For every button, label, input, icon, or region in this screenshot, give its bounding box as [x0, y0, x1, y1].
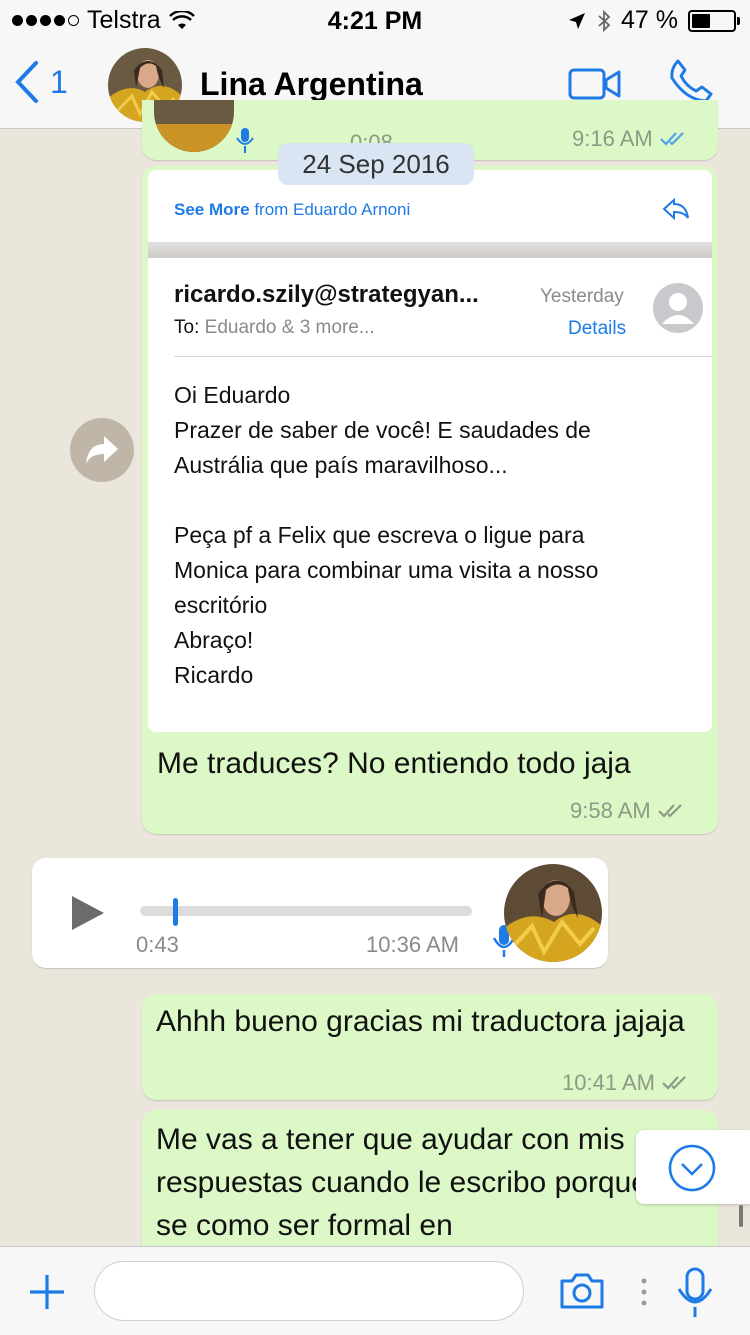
add-attachment-icon[interactable]: [28, 1273, 66, 1311]
email-divider-band: [148, 242, 712, 258]
voice-sender-avatar: [154, 100, 234, 152]
voice-message-bubble[interactable]: 0:43 10:36 AM: [32, 858, 608, 968]
email-sender: ricardo.szily@strategyan...: [174, 281, 479, 308]
text-message-bubble[interactable]: Ahhh bueno gracias mi traductora jajaja …: [142, 994, 718, 1100]
battery-icon: [688, 9, 740, 32]
double-check-icon: [657, 804, 682, 818]
email-to-label: To:: [174, 317, 200, 338]
email-screenshot-image[interactable]: See More from Eduardo Arnoni ricardo.szi…: [148, 170, 712, 732]
voice-time: 10:36 AM: [366, 932, 459, 957]
back-count: 1: [50, 63, 68, 100]
image-caption: Me traduces? No entiendo todo jaja: [157, 747, 631, 780]
message-input[interactable]: [94, 1261, 524, 1321]
double-check-icon: [662, 1076, 686, 1090]
phone-call-icon[interactable]: [668, 58, 714, 104]
chevron-left-icon: [15, 61, 38, 103]
location-arrow-icon: [569, 12, 586, 29]
contact-name[interactable]: Lina Argentina: [200, 66, 423, 103]
chevron-down-circle-icon: [668, 1144, 716, 1192]
video-call-icon[interactable]: [568, 66, 622, 102]
message-text: Me vas a tener que ayudar con mis respue…: [156, 1123, 690, 1242]
sender-avatar-placeholder-icon: [653, 283, 703, 333]
prev-voice-meta: 9:16 AM: [572, 126, 687, 152]
email-recipients: To: Eduardo & 3 more...: [174, 317, 375, 339]
caption-meta: 9:58 AM: [570, 798, 685, 824]
mic-icon: [236, 128, 254, 153]
forward-arrow-icon: [86, 436, 118, 464]
email-header-separator: [174, 356, 712, 357]
email-body: Oi Eduardo Prazer de saber de você! E sa…: [174, 382, 599, 688]
voice-sender-avatar: [504, 864, 602, 962]
forward-button[interactable]: [70, 418, 134, 482]
email-details-link: Details: [568, 318, 627, 339]
camera-icon[interactable]: [558, 1271, 606, 1311]
see-more-from: from Eduardo Arnoni: [254, 200, 411, 219]
voice-progress-track[interactable]: [140, 906, 472, 916]
email-date: Yesterday: [540, 286, 624, 307]
play-icon[interactable]: [70, 894, 106, 932]
email-header-bar: See More from Eduardo Arnoni: [174, 200, 410, 220]
see-more-link: See More: [174, 200, 250, 219]
battery-percent: 47 %: [621, 6, 678, 34]
message-time: 10:41 AM: [562, 1070, 655, 1095]
back-button[interactable]: 1: [14, 60, 68, 104]
status-bar: Telstra 4:21 PM 47 %: [0, 0, 750, 42]
message-text: Ahhh bueno gracias mi traductora jajaja: [156, 1005, 685, 1038]
text-message-bubble[interactable]: Me vas a tener que ayudar con mis respue…: [142, 1110, 718, 1260]
reply-icon: [662, 198, 689, 220]
bluetooth-icon: [598, 9, 611, 32]
voice-progress-handle[interactable]: [173, 898, 179, 926]
email-to-value: Eduardo & 3 more...: [204, 317, 375, 338]
voice-duration: 0:43: [136, 932, 179, 957]
scroll-to-bottom-button[interactable]: [636, 1130, 750, 1204]
more-dots-icon: [641, 1278, 647, 1306]
message-meta: 10:41 AM: [562, 1070, 689, 1096]
input-bar: [0, 1246, 750, 1335]
microphone-icon[interactable]: [676, 1267, 714, 1319]
message-time: 9:16 AM: [572, 126, 653, 151]
scroll-indicator: [739, 1205, 743, 1227]
message-time: 9:58 AM: [570, 798, 651, 823]
date-separator: 24 Sep 2016: [278, 143, 474, 185]
double-check-icon: [659, 132, 684, 146]
